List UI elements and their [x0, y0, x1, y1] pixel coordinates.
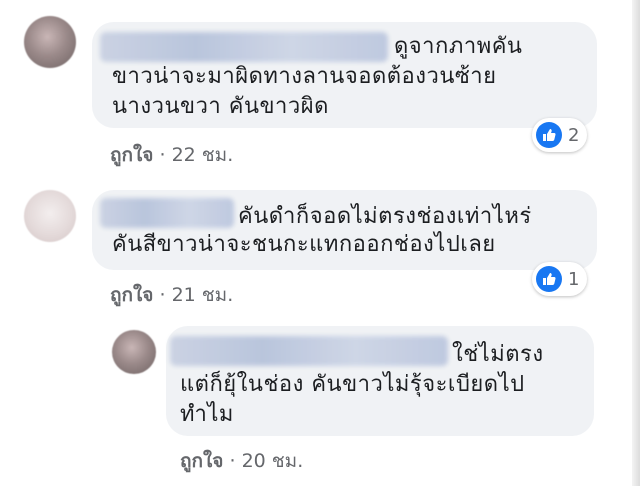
comment-text-line: นางวนขวา คันขาวผิด	[112, 94, 329, 119]
comment-text-line: แต่ก็ยุ้ในช่อง คันขาวไม่รุ้จะเบียดไป	[180, 372, 525, 397]
comment-text-line: คันสีขาวน่าจะชนกะแทกออกช่องไปเลย	[112, 232, 496, 257]
like-thumb-icon	[536, 122, 562, 148]
comment-text-line: คันดำก็จอดไม่ตรงช่องเท่าไหร่	[238, 204, 532, 229]
comment-text-line: ขาวน่าจะมาผิดทางลานจอดต้องวนซ้าย	[112, 64, 497, 89]
avatar[interactable]	[112, 330, 156, 374]
like-button[interactable]: ถูกใจ	[180, 450, 223, 472]
reaction-count: 1	[568, 268, 580, 290]
blurred-author-name[interactable]	[100, 32, 388, 62]
like-button[interactable]: ถูกใจ	[110, 284, 153, 306]
comment-time[interactable]: 21 ชม.	[172, 284, 234, 306]
like-thumb-icon	[536, 266, 562, 292]
comment-text-line: ทำไม	[180, 402, 234, 427]
comment-time[interactable]: 22 ชม.	[172, 144, 234, 166]
comment-meta: ถูกใจ · 22 ชม.	[110, 140, 233, 170]
meta-separator: ·	[229, 450, 236, 472]
reaction-badge[interactable]: 2	[532, 118, 588, 152]
comment-time[interactable]: 20 ชม.	[242, 450, 304, 472]
meta-separator: ·	[159, 284, 166, 306]
blurred-author-name[interactable]	[170, 336, 448, 366]
meta-separator: ·	[159, 144, 166, 166]
comment-meta: ถูกใจ · 21 ชม.	[110, 280, 233, 310]
reaction-badge[interactable]: 1	[532, 262, 588, 296]
blurred-author-name[interactable]	[100, 198, 234, 228]
comment-text-line: ใช่ไม่ตรง	[452, 342, 544, 367]
window-edge	[632, 0, 640, 486]
comment-meta: ถูกใจ · 20 ชม.	[180, 446, 303, 476]
avatar[interactable]	[24, 16, 76, 68]
like-button[interactable]: ถูกใจ	[110, 144, 153, 166]
comment-text-line: ดูจากภาพคัน	[394, 34, 523, 59]
reaction-count: 2	[568, 124, 580, 146]
avatar[interactable]	[24, 190, 76, 242]
